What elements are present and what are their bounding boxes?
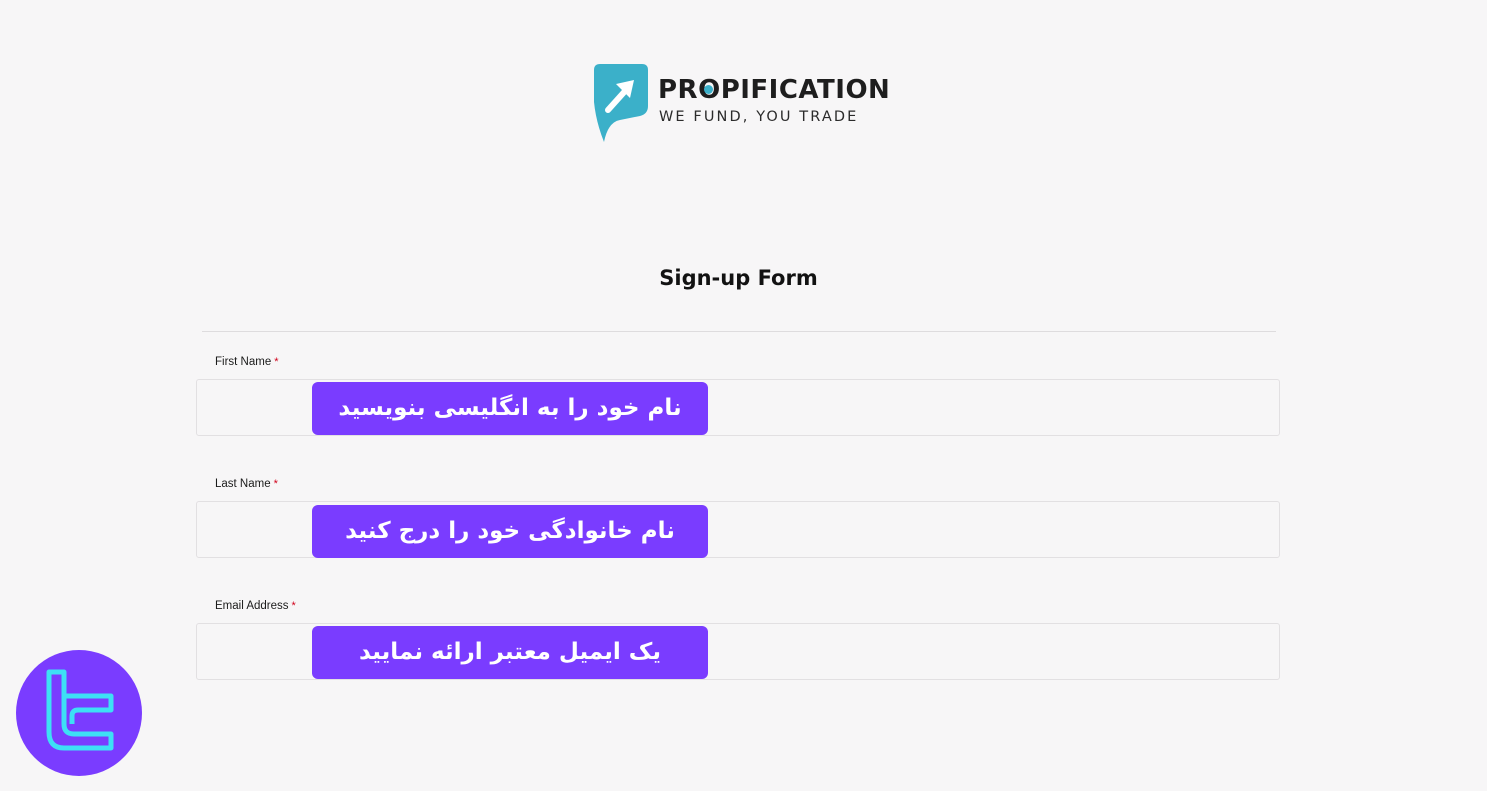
- first-name-label: First Name *: [215, 355, 279, 369]
- tc-logo-icon: [16, 650, 142, 776]
- required-marker: *: [273, 478, 278, 490]
- brand-logo[interactable]: PROPIFICATION WE FUND, YOU TRADE: [592, 62, 892, 144]
- last-name-hint: نام خانوادگی خود را درج کنید: [312, 505, 708, 558]
- email-label-text: Email Address: [215, 600, 289, 612]
- first-name-hint: نام خود را به انگلیسی بنویسید: [312, 382, 708, 435]
- page-title: Sign-up Form: [659, 266, 818, 290]
- required-marker: *: [291, 600, 296, 612]
- email-label: Email Address *: [215, 599, 296, 613]
- last-name-label: Last Name *: [215, 477, 278, 491]
- brand-name: PROPIFICATION: [658, 75, 891, 105]
- brand-tagline: WE FUND, YOU TRADE: [659, 109, 859, 125]
- brand-name-o: O: [698, 75, 721, 105]
- brand-o-dot-icon: [704, 85, 714, 94]
- title-divider: [202, 331, 1276, 332]
- email-hint: یک ایمیل معتبر ارائه نمایید: [312, 626, 708, 679]
- propification-arrow-logo-icon: [594, 64, 648, 142]
- last-name-label-text: Last Name: [215, 478, 271, 490]
- required-marker: *: [274, 356, 279, 368]
- first-name-label-text: First Name: [215, 356, 272, 368]
